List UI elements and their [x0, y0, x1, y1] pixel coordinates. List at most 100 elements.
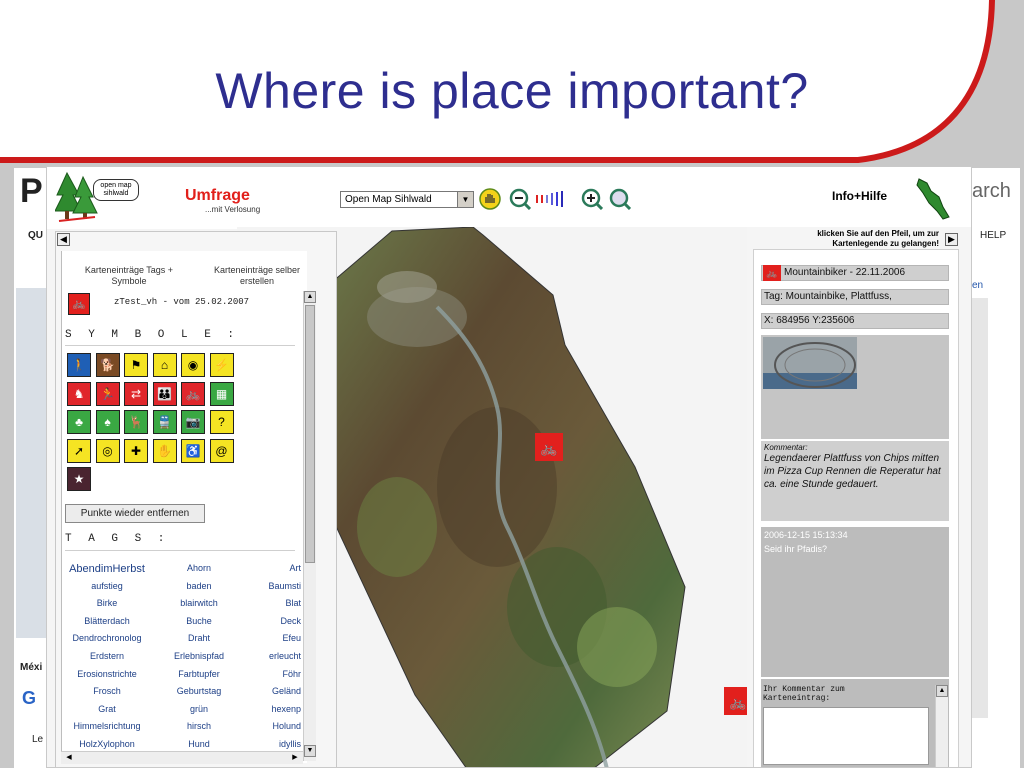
tag-link[interactable]: hirsch	[157, 721, 241, 731]
legend-horizontal-scrollbar[interactable]: ◀ ▶	[61, 751, 303, 764]
forest-icon[interactable]: ♣	[67, 410, 91, 434]
region-map-icon[interactable]	[913, 173, 953, 223]
spiral-icon[interactable]: @	[209, 438, 234, 463]
tag-link[interactable]: Dendrochronolog	[65, 633, 149, 643]
scroll-left-icon[interactable]: ◀	[63, 752, 75, 764]
comment-text: Legendaerer Plattfuss von Chips mitten i…	[764, 453, 941, 490]
runner-icon-glyph: 🏃	[100, 386, 115, 401]
comment-scrollbar[interactable]: ▲	[935, 685, 948, 767]
question-icon[interactable]: ?	[209, 410, 234, 434]
bicycle-icon[interactable]: 🚲	[181, 381, 205, 406]
tag-link[interactable]: baden	[157, 581, 241, 591]
tag-link[interactable]: Blat	[247, 598, 301, 608]
horse-icon[interactable]: ♞	[67, 381, 91, 406]
scroll-up-icon[interactable]: ▲	[936, 685, 948, 697]
tag-link[interactable]: Buche	[157, 616, 241, 626]
tag-link[interactable]: Baumsti	[247, 581, 301, 591]
tag-link[interactable]: Deck	[247, 616, 301, 626]
scroll-up-icon[interactable]: ▲	[304, 291, 316, 303]
tag-link[interactable]: Farbtupfer	[157, 669, 241, 679]
tag-link[interactable]: Draht	[157, 633, 241, 643]
slide-title: Where is place important?	[215, 63, 809, 119]
zoom-in-icon[interactable]	[581, 188, 603, 210]
pointer-icon[interactable]: ➚	[67, 438, 91, 463]
legend-scrollbar[interactable]: ▲ ▼	[303, 291, 316, 761]
flag-icon[interactable]: ⚑	[124, 353, 148, 377]
camera-icon[interactable]: 📷	[181, 410, 205, 434]
tag-link[interactable]: Geländ	[247, 686, 301, 696]
tag-link[interactable]: Grat	[65, 704, 149, 714]
walker-icon[interactable]: ♿	[181, 438, 205, 463]
bicycle-entry-icon[interactable]: 🚲	[68, 293, 90, 315]
map-icon-glyph: ▦	[215, 386, 228, 401]
scroll-thumb[interactable]	[305, 305, 315, 563]
tags-divider	[65, 550, 295, 551]
tag-link[interactable]: Föhr	[247, 669, 301, 679]
binoculars-icon[interactable]: ◉	[181, 353, 205, 377]
tag-link[interactable]: AbendimHerbst	[65, 563, 149, 575]
entry-photo[interactable]	[763, 337, 857, 389]
tag-link[interactable]: Erlebnispfad	[157, 651, 241, 661]
deer-icon[interactable]: 🦌	[124, 410, 148, 434]
bicycle-icon-glyph: 🚲	[185, 386, 201, 401]
tag-link[interactable]: Frosch	[65, 686, 149, 696]
expand-arrow-icon[interactable]: ▶	[945, 233, 958, 246]
star-icon[interactable]: ★	[67, 467, 91, 491]
bg-mexi: Méxi	[20, 662, 43, 673]
tag-link[interactable]: Himmelsrichtung	[65, 721, 149, 731]
map-icon[interactable]: ▦	[209, 381, 234, 406]
hiker-icon[interactable]: 🚶	[67, 353, 91, 377]
zoom-out-icon[interactable]	[509, 188, 531, 210]
tag-link[interactable]: erleucht	[247, 651, 301, 661]
reply-date: 2006-12-15 15:13:34	[764, 530, 848, 540]
collapse-arrow-icon[interactable]: ◀	[57, 233, 70, 246]
last-entry-label[interactable]: zTest_vh - vom 25.02.2007	[114, 297, 249, 307]
cross-icon[interactable]: ✚	[124, 438, 148, 463]
train-icon[interactable]: 🚆	[152, 410, 177, 434]
comment-textarea[interactable]	[763, 707, 929, 765]
tag-link[interactable]: HolzXylophon	[65, 739, 149, 749]
chevron-down-icon[interactable]: ▼	[457, 192, 473, 207]
layer-select[interactable]: Open Map Sihlwald	[340, 191, 474, 208]
hand-stop-icon[interactable]: ✋	[152, 438, 177, 463]
legend-hint: klicken Sie auf den Pfeil, um zur Karten…	[817, 229, 939, 248]
tag-link[interactable]: aufstieg	[65, 581, 149, 591]
pointer-icon-glyph: ➚	[73, 443, 85, 458]
target-icon[interactable]: ◎	[95, 438, 120, 463]
logo-badge[interactable]: open map sihlwald	[93, 179, 139, 201]
info-help-link[interactable]: Info+Hilfe	[832, 189, 887, 203]
tag-link[interactable]: idyllis	[247, 739, 301, 749]
tree-icon[interactable]: ♠	[95, 410, 120, 434]
tag-link[interactable]: Art	[247, 563, 301, 573]
tag-link[interactable]: hexenp	[247, 704, 301, 714]
tag-link[interactable]: Erosionstrichte	[65, 669, 149, 679]
tag-link[interactable]: Efeu	[247, 633, 301, 643]
tag-link[interactable]: blairwitch	[157, 598, 241, 608]
tag-link[interactable]: Birke	[65, 598, 149, 608]
remove-points-button[interactable]: Punkte wieder entfernen	[65, 504, 205, 523]
scroll-right-icon[interactable]: ▶	[289, 752, 301, 764]
zoom-full-icon[interactable]	[609, 188, 631, 210]
hand-icon[interactable]	[479, 188, 501, 210]
tag-link[interactable]: Geburtstag	[157, 686, 241, 696]
tag-link[interactable]: Hund	[157, 739, 241, 749]
bench-icon[interactable]: ⌂	[152, 353, 177, 377]
dog-icon[interactable]: 🐕	[95, 353, 120, 377]
runner-icon[interactable]: 🏃	[95, 381, 120, 406]
tag-link[interactable]: Holund	[247, 721, 301, 731]
survey-link[interactable]: Umfrage	[185, 187, 250, 205]
lightning-icon[interactable]: ⚡	[209, 353, 234, 377]
bg-search-text: arch	[972, 180, 1011, 202]
link-create-entries[interactable]: Karteneinträge selber erstellen	[212, 265, 302, 287]
family-icon[interactable]: 👪	[152, 381, 177, 406]
scroll-down-icon[interactable]: ▼	[304, 745, 316, 757]
zoom-level-icon[interactable]	[534, 188, 576, 210]
tag-link[interactable]: Erdstern	[65, 651, 149, 661]
link-entries[interactable]: Karteneinträge Tags + Symbole	[84, 265, 174, 287]
tag-link[interactable]: Blätterdach	[65, 616, 149, 626]
hiker-icon-glyph: 🚶	[71, 358, 87, 372]
arrows-icon[interactable]: ⇄	[124, 381, 148, 406]
tag-link[interactable]: Ahorn	[157, 563, 241, 573]
bicycle-entry-icon: 🚲	[763, 265, 781, 281]
tag-link[interactable]: grün	[157, 704, 241, 714]
